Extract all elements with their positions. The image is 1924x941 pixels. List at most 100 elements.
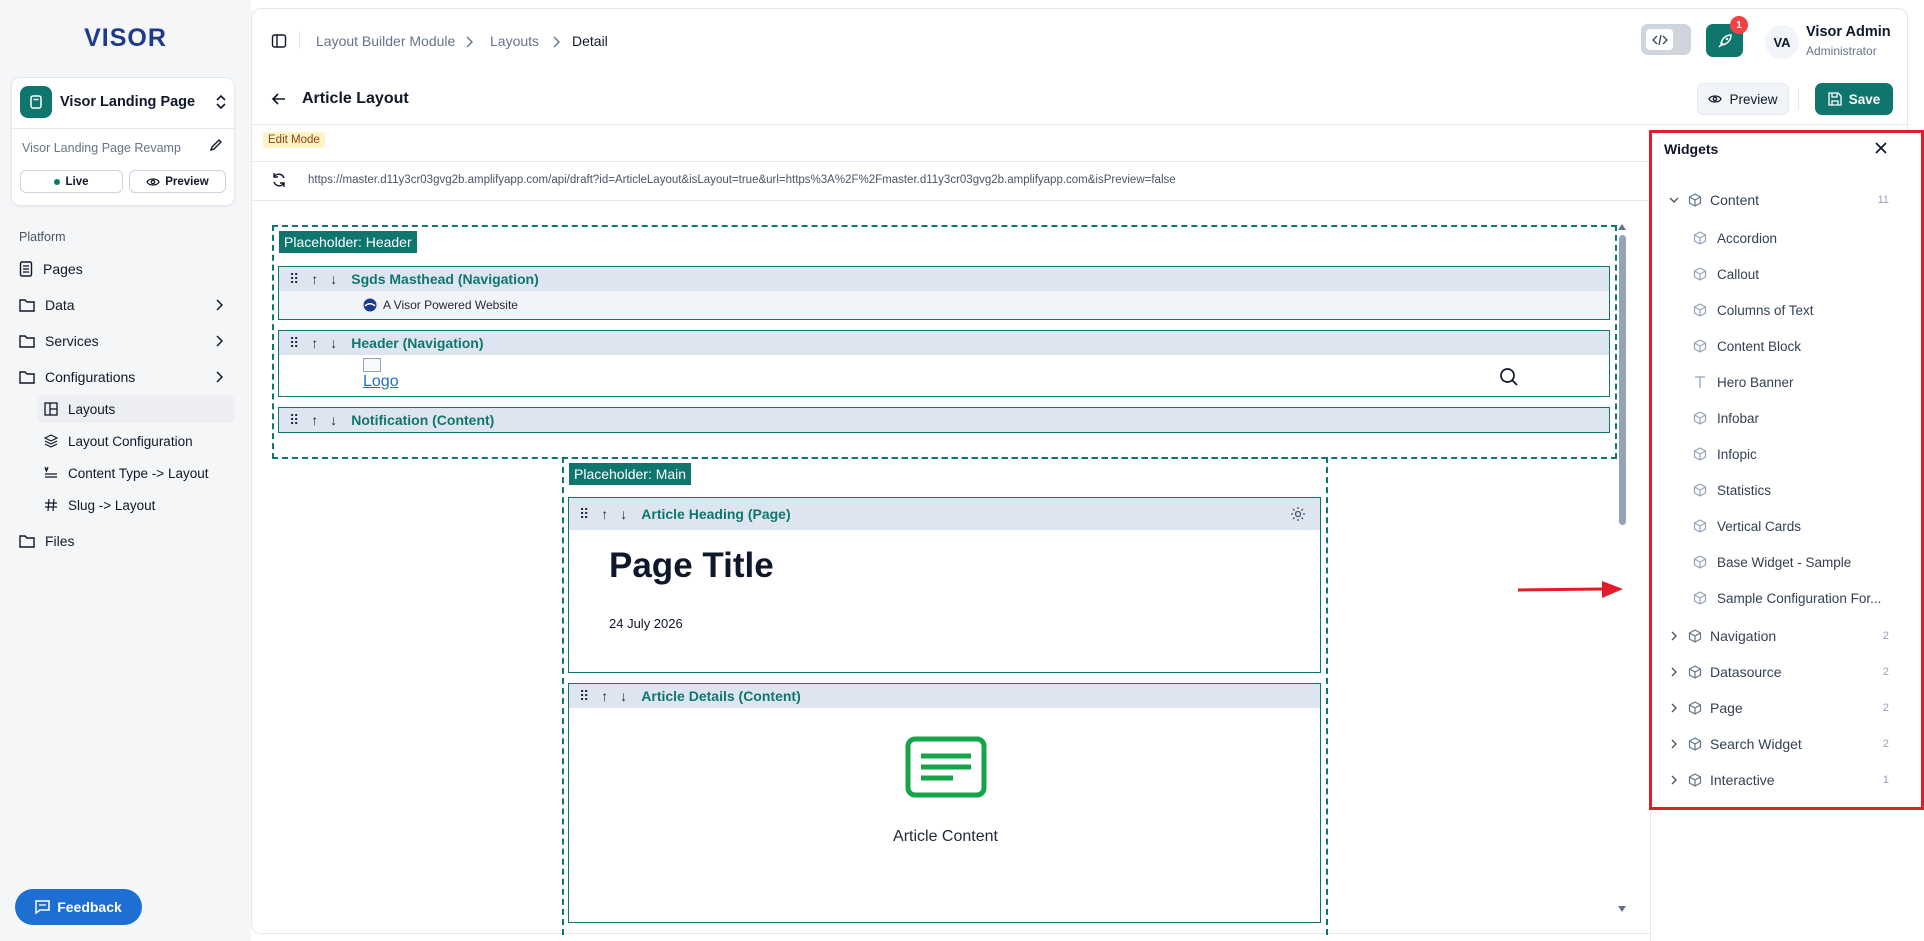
widget-toolbar: ⠿ ↑ ↓ Notification (Content)	[279, 408, 1609, 432]
sidebar-toggle-icon[interactable]	[271, 33, 287, 49]
live-label: Live	[65, 175, 89, 188]
divider	[299, 31, 300, 49]
sidebar-item-files[interactable]: Files	[19, 527, 235, 555]
code-view-toggle[interactable]	[1641, 24, 1691, 55]
move-down-icon[interactable]: ↓	[330, 412, 337, 428]
sidebar-subitem-slug-layout[interactable]: Slug -> Layout	[38, 491, 234, 519]
text-align-icon	[44, 466, 57, 478]
feedback-button[interactable]: Feedback	[15, 889, 142, 925]
move-up-icon[interactable]: ↑	[311, 335, 318, 351]
canvas-scrollbar[interactable]	[1619, 235, 1626, 525]
sidebar-item-label: Configurations	[45, 369, 136, 385]
feedback-label: Feedback	[57, 899, 122, 915]
top-bar: Layout Builder Module Layouts Detail 1 V…	[252, 9, 1909, 73]
site-subtitle: Visor Landing Page Revamp	[22, 141, 181, 155]
drag-handle-icon[interactable]: ⠿	[289, 335, 299, 352]
eye-icon	[146, 177, 160, 186]
move-up-icon[interactable]: ↑	[311, 271, 318, 287]
move-down-icon[interactable]: ↓	[620, 688, 627, 704]
sidebar-subitem-label: Layout Configuration	[68, 433, 193, 449]
chevron-right-icon	[466, 36, 473, 48]
annotation-arrow	[1517, 581, 1623, 598]
preview-label: Preview	[1729, 91, 1778, 107]
divider	[1798, 88, 1799, 110]
avatar[interactable]: VA	[1765, 25, 1799, 59]
header-widget[interactable]: ⠿ ↑ ↓ Header (Navigation) Logo	[278, 330, 1610, 397]
section-label-platform: Platform	[19, 230, 66, 244]
move-down-icon[interactable]: ↓	[330, 335, 337, 351]
sidebar-subitem-layouts[interactable]: Layouts	[38, 395, 234, 423]
divider	[12, 128, 234, 129]
search-icon[interactable]	[1499, 367, 1519, 387]
widget-toolbar: ⠿ ↑ ↓ Article Heading (Page)	[569, 498, 1320, 530]
breadcrumb-item[interactable]: Layouts	[490, 33, 539, 49]
move-up-icon[interactable]: ↑	[601, 688, 608, 704]
logo-link[interactable]: Logo	[363, 373, 399, 391]
site-name: Visor Landing Page	[60, 94, 196, 110]
sidebar: VISOR Visor Landing Page Visor Landing P…	[0, 0, 251, 941]
masthead-widget[interactable]: ⠿ ↑ ↓ Sgds Masthead (Navigation) A Visor…	[278, 266, 1610, 320]
chevron-right-icon	[216, 371, 223, 383]
widget-name: Sgds Masthead (Navigation)	[351, 271, 539, 287]
sidebar-item-data[interactable]: Data	[19, 291, 235, 319]
site-icon	[20, 86, 52, 118]
sidebar-item-configurations[interactable]: Configurations	[19, 363, 235, 391]
sidebar-item-label: Services	[45, 333, 99, 349]
article-heading-widget[interactable]: ⠿ ↑ ↓ Article Heading (Page) Page Title …	[568, 497, 1321, 673]
refresh-icon[interactable]	[271, 172, 287, 188]
edit-mode-badge: Edit Mode	[263, 132, 325, 148]
save-label: Save	[1848, 91, 1881, 107]
placeholder-label: Placeholder: Main	[569, 463, 692, 485]
drag-handle-icon[interactable]: ⠿	[579, 688, 589, 705]
folder-icon	[19, 335, 35, 348]
sidebar-item-pages[interactable]: Pages	[19, 255, 235, 283]
preview-label: Preview	[165, 175, 209, 188]
user-name: Visor Admin	[1806, 24, 1891, 40]
article-content-label: Article Content	[893, 828, 998, 845]
sidebar-item-label: Pages	[43, 261, 83, 277]
rocket-icon	[1717, 33, 1732, 48]
chat-icon	[35, 900, 50, 914]
sidebar-subitem-label: Layouts	[68, 401, 116, 417]
pencil-icon[interactable]	[208, 137, 224, 153]
move-down-icon[interactable]: ↓	[620, 506, 627, 522]
site-preview-button[interactable]: Preview	[129, 170, 226, 193]
sidebar-item-label: Files	[45, 533, 75, 549]
folder-icon	[19, 371, 35, 384]
scroll-up-icon[interactable]	[1618, 223, 1626, 231]
move-down-icon[interactable]: ↓	[330, 271, 337, 287]
broken-image-icon	[363, 358, 381, 372]
widget-toolbar: ⠿ ↑ ↓ Header (Navigation)	[279, 331, 1609, 355]
widget-name: Header (Navigation)	[351, 335, 484, 351]
breadcrumb-item[interactable]: Layout Builder Module	[316, 33, 455, 49]
layers-icon	[44, 434, 58, 448]
chevron-right-icon	[553, 36, 560, 48]
sidebar-item-services[interactable]: Services	[19, 327, 235, 355]
notification-badge: 1	[1730, 16, 1748, 34]
lion-crest-icon	[363, 298, 377, 312]
sidebar-subitem-layout-configuration[interactable]: Layout Configuration	[38, 427, 234, 455]
folder-icon	[19, 299, 35, 312]
code-icon	[1646, 29, 1673, 50]
preview-button[interactable]: Preview	[1697, 83, 1789, 115]
chevron-updown-icon[interactable]	[214, 92, 228, 112]
breadcrumb-current: Detail	[572, 33, 608, 49]
back-arrow-icon[interactable]	[271, 92, 287, 106]
masthead-text: A Visor Powered Website	[383, 298, 518, 312]
save-button[interactable]: Save	[1815, 83, 1893, 115]
sidebar-item-label: Data	[45, 297, 75, 313]
widget-toolbar: ⠿ ↑ ↓ Article Details (Content)	[569, 684, 1320, 708]
notification-widget[interactable]: ⠿ ↑ ↓ Notification (Content)	[278, 407, 1610, 433]
drag-handle-icon[interactable]: ⠿	[579, 506, 589, 523]
move-up-icon[interactable]: ↑	[601, 506, 608, 522]
sidebar-subitem-content-type-layout[interactable]: Content Type -> Layout	[38, 459, 234, 487]
article-details-widget[interactable]: ⠿ ↑ ↓ Article Details (Content) Article …	[568, 683, 1321, 923]
drag-handle-icon[interactable]: ⠿	[289, 412, 299, 429]
live-button[interactable]: Live	[20, 170, 123, 193]
widget-name: Notification (Content)	[351, 412, 495, 428]
move-up-icon[interactable]: ↑	[311, 412, 318, 428]
visor-logo: VISOR	[84, 24, 167, 52]
drag-handle-icon[interactable]: ⠿	[289, 271, 299, 288]
site-switcher-card[interactable]: Visor Landing Page Visor Landing Page Re…	[11, 77, 235, 206]
scroll-down-icon[interactable]	[1618, 905, 1626, 913]
